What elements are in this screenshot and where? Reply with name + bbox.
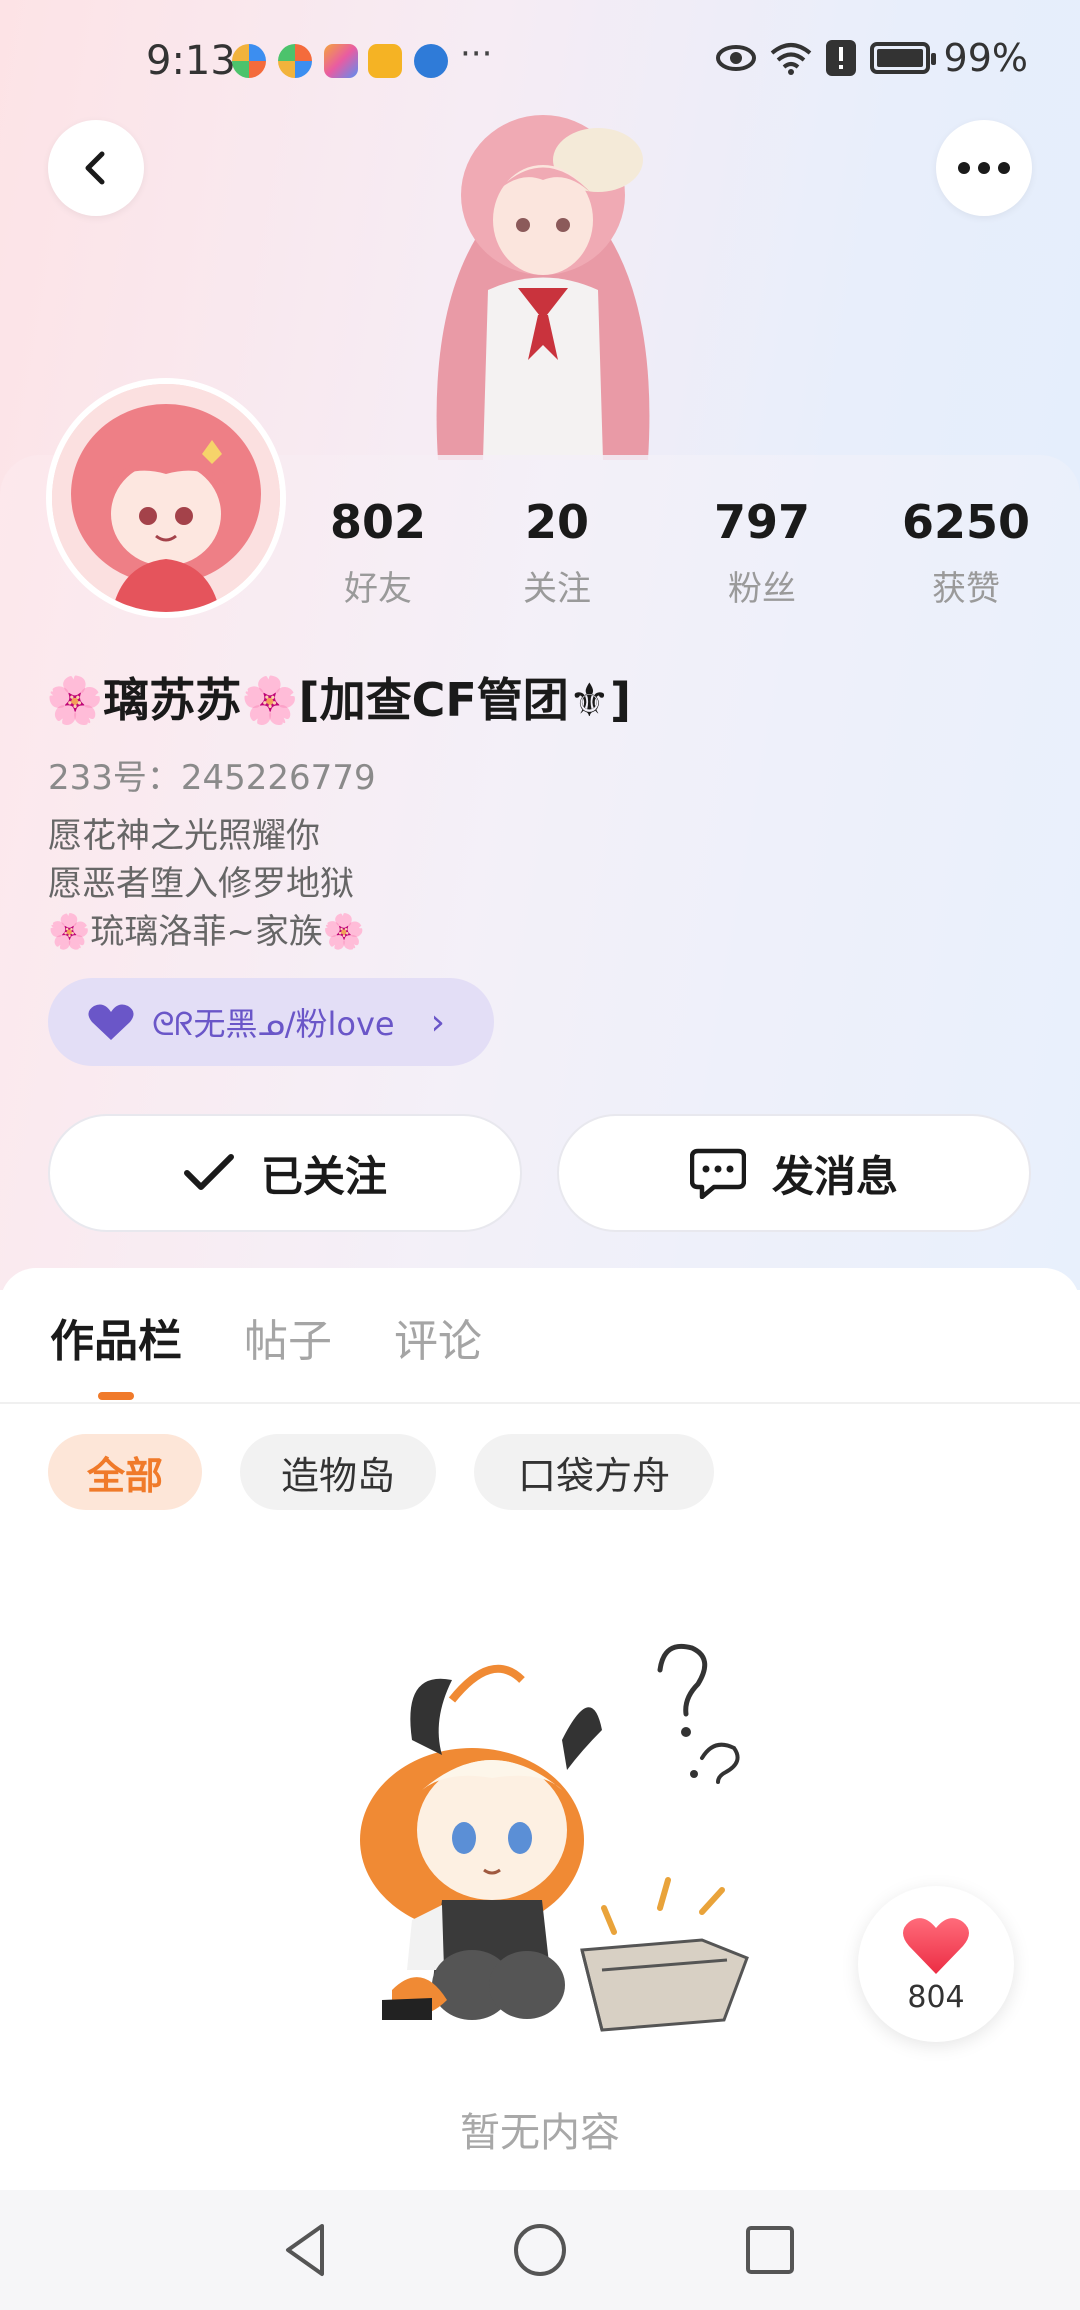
bio-line: 🌸琉璃洛菲~家族🌸 xyxy=(48,912,366,952)
notification-icon xyxy=(278,44,312,78)
more-horizontal-icon xyxy=(958,162,1010,174)
bio: 愿花神之光照耀你 愿恶者堕入修罗地狱 🌸琉璃洛菲~家族🌸 xyxy=(48,812,365,956)
stat-following[interactable]: 20 关注 xyxy=(477,495,637,610)
family-name: ᘓᖇ无黑ᓄ/粉love xyxy=(152,1005,395,1043)
like-count: 804 xyxy=(907,1979,965,2015)
stat-value: 797 xyxy=(713,495,811,549)
chevron-right-icon: › xyxy=(430,1001,446,1043)
stat-likes[interactable]: 6250 获赞 xyxy=(886,495,1046,610)
stat-label: 粉丝 xyxy=(728,569,796,609)
stat-value: 802 xyxy=(329,495,427,549)
stat-friends[interactable]: 802 好友 xyxy=(298,495,458,610)
bio-line: 愿恶者堕入修罗地狱 xyxy=(48,864,354,904)
notification-icon xyxy=(368,44,402,78)
stat-label: 关注 xyxy=(523,569,591,609)
family-badge[interactable]: ᘓᖇ无黑ᓄ/粉love › xyxy=(48,978,494,1066)
chevron-left-icon xyxy=(85,151,105,185)
status-right: 99% xyxy=(715,36,1028,80)
like-floating-button[interactable]: 804 xyxy=(858,1886,1014,2042)
stat-fans[interactable]: 797 粉丝 xyxy=(682,495,842,610)
nav-back-icon[interactable] xyxy=(278,2220,338,2280)
more-button[interactable] xyxy=(936,120,1032,216)
tab-works[interactable]: 作品栏 xyxy=(50,1305,182,1369)
avatar-image xyxy=(52,384,280,612)
message-label: 发消息 xyxy=(771,1151,898,1201)
alert-icon xyxy=(825,40,856,76)
bio-line: 愿花神之光照耀你 xyxy=(48,816,320,856)
banner-character-image xyxy=(436,115,650,460)
stat-value: 6250 xyxy=(901,495,1031,549)
purple-heart-icon xyxy=(88,1004,134,1040)
notification-icon xyxy=(414,44,448,78)
eye-icon xyxy=(715,45,756,71)
message-button[interactable]: 发消息 xyxy=(557,1114,1031,1232)
stat-label: 好友 xyxy=(344,569,412,609)
filter-all[interactable]: 全部 xyxy=(48,1434,202,1510)
filter-creation-island[interactable]: 造物岛 xyxy=(240,1434,436,1510)
tab-comments[interactable]: 评论 xyxy=(394,1305,482,1369)
check-icon xyxy=(183,1154,234,1190)
notification-icon xyxy=(232,44,266,78)
battery-icon xyxy=(869,42,936,74)
avatar[interactable] xyxy=(46,378,286,618)
stat-label: 获赞 xyxy=(932,569,1000,609)
active-tab-indicator xyxy=(98,1392,134,1400)
notification-icon xyxy=(324,44,358,78)
filter-pocket-ark[interactable]: 口袋方舟 xyxy=(474,1434,714,1510)
nav-home-icon[interactable] xyxy=(510,2220,570,2280)
heart-icon xyxy=(903,1917,969,1974)
wifi-icon xyxy=(770,43,811,75)
nav-recents-icon[interactable] xyxy=(740,2220,800,2280)
follow-button[interactable]: 已关注 xyxy=(48,1114,522,1232)
empty-state-illustration xyxy=(360,1643,749,2032)
follow-label: 已关注 xyxy=(260,1151,387,1201)
empty-state-text: 暂无内容 xyxy=(460,2110,620,2156)
user-id[interactable]: 233号：245226779 xyxy=(48,750,376,799)
chat-bubble-icon xyxy=(689,1148,746,1199)
battery-level: 99% xyxy=(943,36,1028,80)
status-time: 9:13 xyxy=(146,38,236,84)
back-button[interactable] xyxy=(48,120,144,216)
more-notifications: ··· xyxy=(460,34,493,74)
username: 🌸璃苏苏🌸[加查CF管团⚜] xyxy=(46,673,632,727)
tab-posts[interactable]: 帖子 xyxy=(244,1305,332,1369)
divider xyxy=(0,1402,1080,1404)
stat-value: 20 xyxy=(524,495,589,549)
